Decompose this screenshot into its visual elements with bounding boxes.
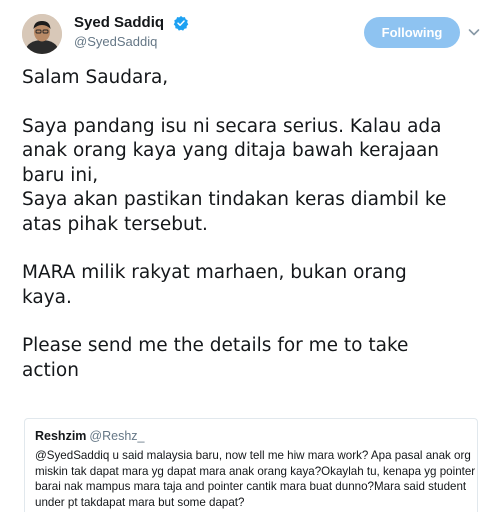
tweet-text: Salam Saudara, Saya pandang isu ni secar… <box>22 66 482 383</box>
avatar[interactable] <box>22 14 62 54</box>
following-button[interactable]: Following <box>364 17 460 48</box>
quoted-tweet-header: Reshzim @Reshz_ <box>35 428 467 444</box>
quoted-line: miskin tak dapat mara yg dapat mara anak… <box>35 464 476 478</box>
tweet-line: baru ini, <box>22 164 99 186</box>
tweet-paragraph: MARA milik rakyat marhaen, bukan orang k… <box>22 261 482 310</box>
tweet-paragraph: Salam Saudara, <box>22 66 482 91</box>
tweet-line: kaya. <box>22 286 72 308</box>
tweet-header: Syed Saddiq @SyedSaddiq Following <box>0 0 500 60</box>
quoted-line: barai nak mampus mara taja and pointer c… <box>35 480 467 493</box>
tweet-line: MARA milik rakyat marhaen, bukan orang <box>22 262 407 283</box>
tweet-line: Please send me the details for me to tak… <box>22 335 409 356</box>
quoted-author-handle: @Reshz_ <box>89 429 145 443</box>
verified-badge-icon <box>173 15 189 31</box>
quoted-author-name: Reshzim <box>35 429 87 443</box>
author-handle[interactable]: @SyedSaddiq <box>74 34 189 49</box>
author-display-name[interactable]: Syed Saddiq <box>74 14 164 31</box>
tweet-line: Saya akan pastikan tindakan keras diambi… <box>22 189 447 210</box>
tweet-line: action <box>22 359 79 381</box>
quoted-tweet[interactable]: Reshzim @Reshz_ @SyedSaddiq u said malays… <box>24 418 478 512</box>
author-info[interactable]: Syed Saddiq @SyedSaddiq <box>74 12 189 49</box>
quoted-tweet-text: @SyedSaddiq u said malaysia baru, now te… <box>35 448 476 510</box>
tweet-paragraph: Saya pandang isu ni secara serius. Kalau… <box>22 115 482 238</box>
tweet-line: Salam Saudara, <box>22 67 169 88</box>
tweet-line: Saya pandang isu ni secara serius. Kalau… <box>22 115 442 137</box>
tweet-line: anak orang kaya yang ditaja bawah keraja… <box>22 140 440 161</box>
avatar-photo-icon <box>22 14 62 54</box>
quoted-line: under pt takdapat mara but some dapat? <box>35 495 245 509</box>
tweet-paragraph: Please send me the details for me to tak… <box>22 334 482 383</box>
quoted-line: @SyedSaddiq u said malaysia baru, now te… <box>35 449 471 462</box>
tweet-line: atas pihak tersebut. <box>22 213 208 235</box>
chevron-down-icon[interactable] <box>466 24 482 40</box>
